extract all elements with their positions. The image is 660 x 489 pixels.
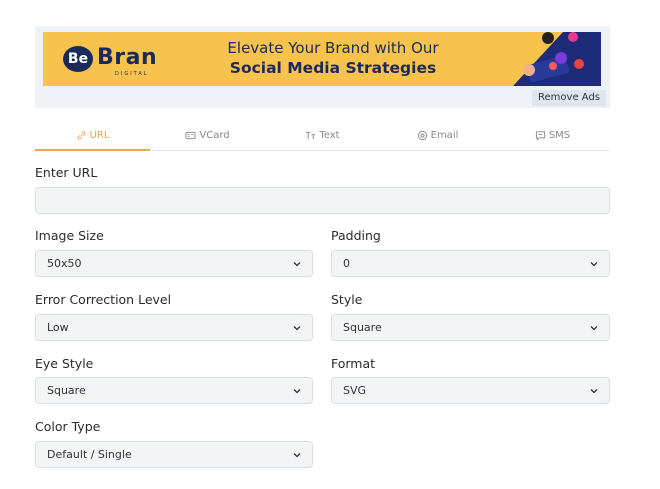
tab-url[interactable]: URL	[35, 120, 150, 151]
chevron-down-icon	[293, 453, 301, 458]
chevron-down-icon	[293, 262, 301, 267]
ad-headline-line1: Elevate Your Brand with Our	[227, 39, 439, 57]
format-select[interactable]: SVG	[331, 377, 610, 404]
error-correction-select[interactable]: Low	[35, 314, 313, 341]
chevron-down-icon	[590, 262, 598, 267]
chevron-down-icon	[293, 389, 301, 394]
image-size-label: Image Size	[35, 228, 104, 243]
eye-style-select[interactable]: Square	[35, 377, 313, 404]
chat-icon	[535, 130, 545, 141]
link-icon	[77, 130, 85, 140]
tab-sms-label: SMS	[548, 129, 571, 141]
padding-label: Padding	[331, 228, 381, 243]
bebran-logo: Be Bran DIGITAL	[63, 44, 173, 77]
tab-email-label: Email	[430, 129, 459, 141]
error-correction-label: Error Correction Level	[35, 292, 172, 307]
image-size-value: 50x50	[47, 257, 82, 270]
format-value: SVG	[343, 384, 367, 397]
eye-style-value: Square	[47, 384, 86, 397]
chevron-down-icon	[590, 389, 598, 394]
ad-headline-line2: Social Media Strategies	[229, 59, 437, 77]
url-input[interactable]	[35, 187, 610, 214]
chevron-down-icon	[293, 326, 301, 331]
format-label: Format	[331, 356, 376, 371]
tab-text[interactable]: Text	[265, 120, 380, 150]
email-icon	[417, 130, 427, 140]
padding-value: 0	[343, 257, 350, 270]
url-label: Enter URL	[35, 165, 98, 180]
style-select[interactable]: Square	[331, 314, 610, 341]
tab-vcard[interactable]: VCard	[150, 120, 265, 150]
tab-url-label: URL	[89, 129, 110, 141]
style-value: Square	[343, 321, 382, 334]
color-type-value: Default / Single	[47, 448, 132, 461]
logo-subtext: DIGITAL	[115, 71, 149, 77]
padding-select[interactable]: 0	[331, 250, 610, 277]
tab-sms[interactable]: SMS	[495, 120, 610, 150]
color-type-label: Color Type	[35, 419, 101, 434]
id-card-icon	[185, 131, 196, 139]
logo-text: Bran	[97, 45, 158, 70]
color-type-select[interactable]: Default / Single	[35, 441, 313, 468]
tab-text-label: Text	[319, 129, 340, 141]
chevron-down-icon	[590, 326, 598, 331]
image-size-select[interactable]: 50x50	[35, 250, 313, 277]
remove-ads-button[interactable]: Remove Ads	[532, 90, 606, 106]
tab-vcard-label: VCard	[199, 129, 230, 141]
style-label: Style	[331, 292, 363, 307]
error-correction-value: Low	[47, 321, 69, 334]
tab-email[interactable]: Email	[380, 120, 495, 150]
logo-mark: Be	[63, 46, 93, 72]
ad-container: Be Bran DIGITAL Elevate Your Brand with …	[35, 26, 610, 108]
text-icon	[306, 131, 316, 139]
social-media-illustration	[513, 32, 601, 86]
ad-headline: Elevate Your Brand with Our Social Media…	[193, 39, 473, 78]
eye-style-label: Eye Style	[35, 356, 94, 371]
ad-banner[interactable]: Be Bran DIGITAL Elevate Your Brand with …	[43, 32, 601, 86]
qr-type-tabs: URL VCard Text Email SMS	[35, 120, 610, 151]
